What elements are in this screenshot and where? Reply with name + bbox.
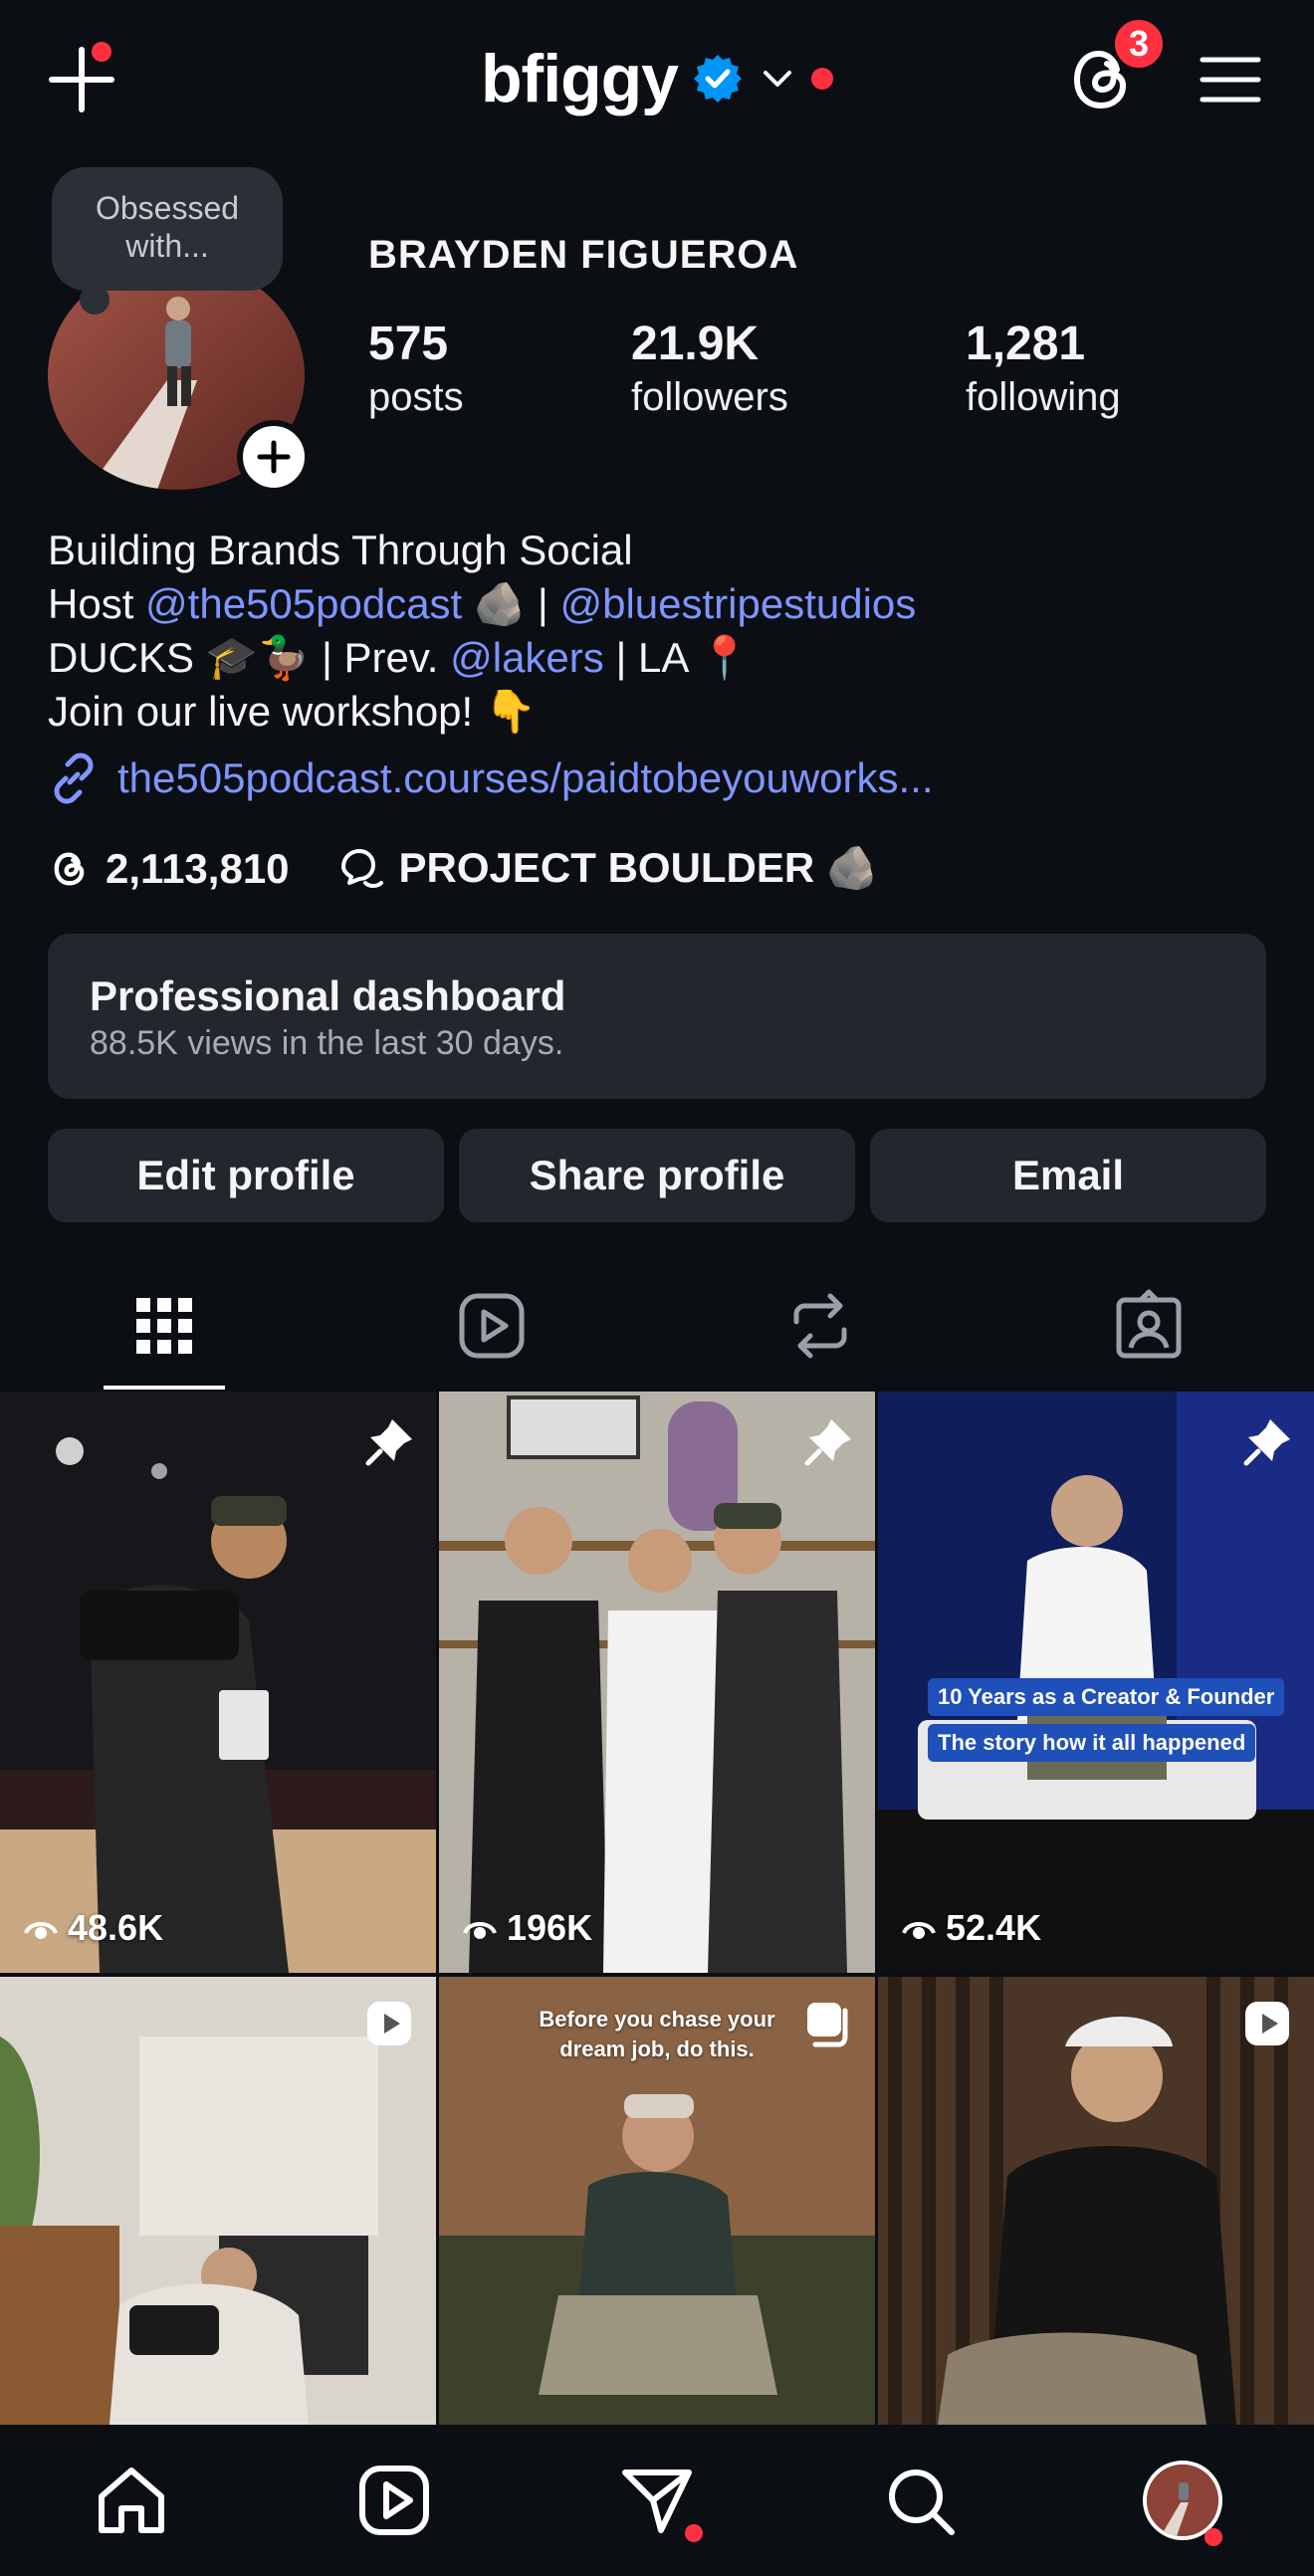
followers-count: 21.9K [631,318,760,370]
dashboard-subtitle: 88.5K views in the last 30 days. [90,1024,564,1062]
top-bar: bfiggy 3 [0,0,1314,159]
email-button[interactable]: Email [870,1129,1266,1222]
following-count: 1,281 [966,318,1086,370]
view-count: 196K [463,1907,592,1949]
tab-posts-grid[interactable] [124,1286,204,1366]
share-profile-button[interactable]: Share profile [459,1129,855,1222]
bio-line: Host @the505podcast 🪨 | @bluestripestudi… [48,577,916,631]
broadcast-channel-icon [340,848,383,888]
rock-emoji: 🪨 [473,580,527,627]
reel-icon [1245,2002,1289,2045]
tab-tagged[interactable] [1109,1286,1189,1366]
bio-line: Join our live workshop! 👇 [48,688,538,735]
plus-icon [257,440,291,474]
profile-tabs [0,1266,1314,1390]
chevron-down-icon [763,71,791,87]
grid-post[interactable]: 10 Years as a Creator & Founder The stor… [878,1392,1314,1973]
nav-home[interactable] [92,2461,171,2540]
nav-search[interactable] [880,2461,960,2540]
threads-notification-badge: 3 [1111,16,1167,72]
grid-post[interactable] [878,1977,1314,2425]
carousel-icon [807,2003,848,2047]
home-icon [99,2468,164,2533]
bio-url-text: the505podcast.courses/paidtobeyouworks..… [117,754,934,801]
view-count-value: 196K [507,1907,593,1948]
bio: Building Brands Through Social Host @the… [48,524,916,739]
video-caption: The story how it all happened [928,1724,1256,1762]
bio-text: | LA 📍 [603,634,752,681]
reel-icon [367,2002,411,2045]
video-caption: 10 Years as a Creator & Founder [928,1678,1285,1716]
grid-icon [136,1298,192,1354]
post-thumbnail [0,1392,436,1973]
posts-label: posts [368,375,464,419]
verified-badge-icon [693,55,742,103]
tab-reposts[interactable] [780,1286,860,1366]
threads-icon [54,851,85,886]
profile-meta-row: 2,113,810 PROJECT BOULDER 🪨 [48,844,878,893]
messages-notification-dot [685,2524,703,2542]
menu-button[interactable] [1195,44,1266,115]
username: bfiggy [481,41,679,116]
account-notification-dot [810,68,833,90]
avatar-photo [1147,2465,1218,2536]
threads-count[interactable]: 2,113,810 [106,845,290,893]
channel-name[interactable]: PROJECT BOULDER 🪨 [399,844,879,893]
reels-icon [359,2466,429,2535]
bio-line: DUCKS 🎓🦆 | Prev. @lakers | LA 📍 [48,631,916,685]
grid-post[interactable]: Before you chase your dream job, do this… [439,1977,875,2425]
instagram-profile-screen: bfiggy 3 Obsessed with... BRAYDEN FIGUER… [0,0,1314,2576]
note-tail [80,285,110,315]
bio-line: Building Brands Through Social [48,527,633,573]
grid-post[interactable] [0,1977,436,2425]
tagged-icon [1116,1289,1182,1359]
nav-reels[interactable] [354,2461,434,2540]
bio-separator: | [526,580,560,627]
grid-post[interactable]: 48.6K [0,1392,436,1973]
views-icon [24,1922,58,1939]
posts-count: 575 [368,318,449,370]
following-stat[interactable]: 1,281 following [966,317,1121,422]
followers-stat[interactable]: 21.9K followers [631,317,788,422]
view-count: 52.4K [902,1907,1041,1949]
edit-profile-button[interactable]: Edit profile [48,1129,444,1222]
following-label: following [966,375,1121,419]
bio-text: Host [48,580,146,627]
pinned-icon [365,1419,412,1466]
tab-reels[interactable] [452,1286,532,1366]
full-name: BRAYDEN FIGUEROA [368,233,799,277]
pinned-icon [804,1419,851,1466]
post-thumbnail [439,1392,875,1973]
reels-icon [459,1293,525,1359]
bio-link[interactable]: the505podcast.courses/paidtobeyouworks..… [48,752,934,804]
views-icon [902,1922,936,1939]
active-tab-indicator [104,1386,225,1390]
pinned-icon [1243,1419,1290,1466]
view-count-value: 48.6K [68,1907,164,1948]
views-icon [463,1922,497,1939]
add-story-button[interactable] [237,420,311,494]
mention-link[interactable]: @bluestripestudios [559,580,916,627]
mention-link[interactable]: @lakers [450,634,604,681]
hamburger-menu-icon [1200,57,1261,103]
profile-note[interactable]: Obsessed with... [52,167,283,291]
grid-post[interactable]: 196K [439,1392,875,1973]
bottom-navigation [0,2425,1314,2576]
link-icon [54,752,94,804]
bio-text: DUCKS 🎓🦆 | Prev. [48,634,451,681]
professional-dashboard[interactable]: Professional dashboard 88.5K views in th… [48,934,1266,1099]
search-icon [889,2469,955,2535]
view-count-value: 52.4K [946,1907,1042,1948]
reposts-icon [793,1293,847,1359]
view-count: 48.6K [24,1907,163,1949]
followers-label: followers [631,375,788,419]
mention-link[interactable]: @the505podcast [145,580,462,627]
posts-stat[interactable]: 575 posts [368,317,464,422]
dashboard-title: Professional dashboard [90,972,566,1019]
profile-notification-dot [1204,2528,1222,2546]
